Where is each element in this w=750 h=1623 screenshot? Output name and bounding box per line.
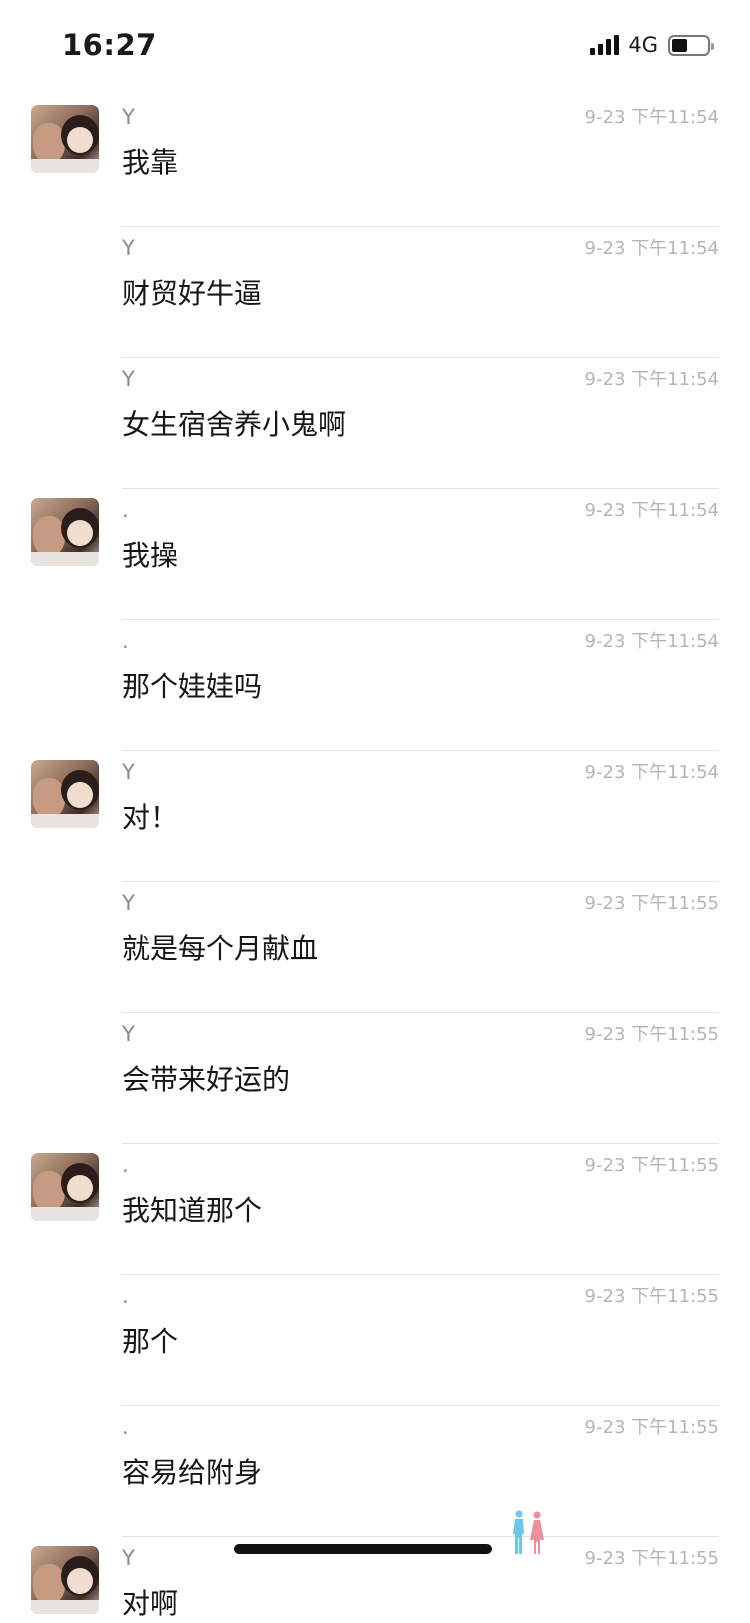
message-text: 我靠 <box>122 146 179 179</box>
avatar[interactable] <box>31 105 99 173</box>
message-row[interactable]: Y 9-23 下午11:55 会带来好运的 <box>0 1013 750 1144</box>
message-row[interactable]: . 9-23 下午11:54 我操 <box>0 489 750 620</box>
network-type: 4G <box>628 33 658 57</box>
figure-left <box>513 1510 524 1554</box>
message-row[interactable]: . 9-23 下午11:55 那个 <box>0 1275 750 1406</box>
message-row[interactable]: Y 9-23 下午11:54 对！ <box>0 751 750 882</box>
message-row[interactable]: . 9-23 下午11:54 那个娃娃吗 <box>0 620 750 751</box>
sender-name: Y <box>122 236 135 260</box>
message-text: 容易给附身 <box>122 1456 263 1489</box>
message-row[interactable]: Y 9-23 下午11:54 我靠 <box>0 96 750 227</box>
message-timestamp: 9-23 下午11:55 <box>584 1417 719 1438</box>
message-text: 对啊 <box>122 1587 179 1620</box>
message-text: 我知道那个 <box>122 1194 263 1227</box>
message-text: 就是每个月献血 <box>122 932 319 965</box>
message-timestamp: 9-23 下午11:54 <box>584 500 719 521</box>
message-timestamp: 9-23 下午11:55 <box>584 1024 719 1045</box>
avatar[interactable] <box>31 1546 99 1614</box>
sender-name: . <box>122 498 129 522</box>
message-timestamp: 9-23 下午11:55 <box>584 1155 719 1176</box>
message-text: 那个娃娃吗 <box>122 670 263 703</box>
cellular-signal-icon <box>590 35 620 55</box>
message-text: 我操 <box>122 539 179 572</box>
battery-level <box>672 38 687 52</box>
avatar[interactable] <box>31 498 99 566</box>
sender-name: Y <box>122 760 135 784</box>
avatar[interactable] <box>31 760 99 828</box>
sender-name: . <box>122 1153 129 1177</box>
couple-figures-icon <box>513 1510 544 1554</box>
sender-name: Y <box>122 1546 135 1570</box>
message-timestamp: 9-23 下午11:55 <box>584 1286 719 1307</box>
sender-name: Y <box>122 891 135 915</box>
message-row[interactable]: Y 9-23 下午11:55 就是每个月献血 <box>0 882 750 1013</box>
chat-screen: 16:27 4G Y 9-23 下午11:54 我靠 Y 9-23 下午11:54 财贸好… <box>0 0 750 1623</box>
sender-name: . <box>122 1415 129 1439</box>
message-row[interactable]: Y 9-23 下午11:54 财贸好牛逼 <box>0 227 750 358</box>
home-indicator[interactable] <box>234 1544 492 1554</box>
message-timestamp: 9-23 下午11:54 <box>584 631 719 652</box>
message-row[interactable]: . 9-23 下午11:55 我知道那个 <box>0 1144 750 1275</box>
message-timestamp: 9-23 下午11:55 <box>584 1548 719 1569</box>
message-text: 财贸好牛逼 <box>122 277 263 310</box>
sender-name: . <box>122 629 129 653</box>
sender-name: Y <box>122 105 135 129</box>
message-text: 那个 <box>122 1325 179 1358</box>
message-timestamp: 9-23 下午11:55 <box>584 893 719 914</box>
status-time: 16:27 <box>62 28 157 62</box>
status-indicators: 4G <box>590 33 714 57</box>
message-timestamp: 9-23 下午11:54 <box>584 107 719 128</box>
message-timestamp: 9-23 下午11:54 <box>584 238 719 259</box>
message-list[interactable]: Y 9-23 下午11:54 我靠 Y 9-23 下午11:54 财贸好牛逼 Y 9-23 下… <box>0 96 750 1623</box>
avatar[interactable] <box>31 1153 99 1221</box>
message-text: 女生宿舍养小鬼啊 <box>122 408 347 441</box>
status-bar: 16:27 4G <box>0 0 750 96</box>
battery-icon <box>668 34 714 56</box>
message-text: 对！ <box>122 801 179 834</box>
figure-right <box>530 1511 544 1554</box>
message-row[interactable]: . 9-23 下午11:55 容易给附身 <box>0 1406 750 1537</box>
sender-name: Y <box>122 367 135 391</box>
message-row[interactable]: Y 9-23 下午11:54 女生宿舍养小鬼啊 <box>0 358 750 489</box>
message-text: 会带来好运的 <box>122 1063 291 1096</box>
message-timestamp: 9-23 下午11:54 <box>584 762 719 783</box>
message-timestamp: 9-23 下午11:54 <box>584 369 719 390</box>
sender-name: . <box>122 1284 129 1308</box>
sender-name: Y <box>122 1022 135 1046</box>
